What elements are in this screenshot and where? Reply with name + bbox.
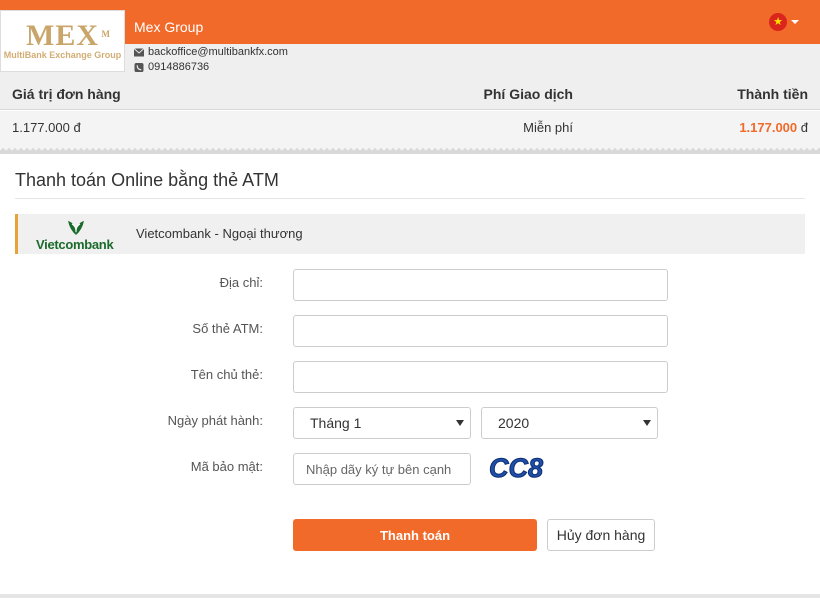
header-order-value: Giá trị đơn hàng [12, 86, 121, 102]
card-number-input[interactable] [293, 315, 668, 347]
issue-year-value: 2020 [498, 415, 530, 431]
phone-text: 0914886736 [148, 61, 210, 73]
vietcombank-logo: Vietcombank [36, 220, 118, 252]
address-input[interactable] [293, 269, 668, 301]
transaction-fee: Miễn phí [523, 120, 573, 135]
merchant-name: Mex Group [134, 19, 204, 35]
header-fee: Phí Giao dịch [483, 86, 573, 102]
bank-logo-text: Vietcombank [36, 237, 114, 252]
security-code-input[interactable] [293, 453, 471, 485]
page-title: Thanh toán Online bằng thẻ ATM [15, 170, 279, 190]
logo-mark: MEX M [26, 18, 110, 52]
cancel-order-button[interactable]: Hủy đơn hàng [547, 519, 655, 551]
total-amount-number: 1.177.000 [739, 120, 798, 135]
header-total: Thành tiền [737, 86, 808, 102]
merchant-email: backoffice@multibankfx.com [134, 46, 288, 58]
pay-button[interactable]: Thanh toán [293, 519, 537, 551]
logo-trademark: M [101, 28, 111, 39]
order-value: 1.177.000 đ [12, 120, 81, 135]
selected-bank: Vietcombank Vietcombank - Ngoại thương [15, 214, 805, 254]
vietcombank-leaf-icon [68, 221, 84, 235]
email-text: backoffice@multibankfx.com [148, 46, 288, 58]
vietnam-flag-icon[interactable]: ★ [769, 13, 787, 31]
title-divider [15, 198, 805, 199]
envelope-icon [134, 47, 144, 56]
order-summary-header: Giá trị đơn hàng Phí Giao dịch Thành tiề… [0, 78, 820, 110]
security-code-label: Mã bảo mật: [190, 459, 263, 474]
merchant-logo: MEX M MultiBank Exchange Group [0, 10, 125, 72]
card-holder-label: Tên chủ thẻ: [190, 367, 263, 382]
card-holder-input[interactable] [293, 361, 668, 393]
issue-month-select[interactable]: Tháng 1 [293, 407, 471, 439]
receipt-zigzag-edge [0, 148, 820, 154]
logo-text: MEX [26, 18, 99, 52]
captcha-text: CC8 [489, 453, 543, 483]
total-currency: đ [797, 120, 808, 135]
total-amount: 1.177.000 đ [739, 111, 808, 145]
issue-year-select[interactable]: 2020 [481, 407, 658, 439]
issue-date-label: Ngày phát hành: [167, 413, 263, 428]
language-caret-icon[interactable] [791, 20, 799, 24]
chevron-down-icon [456, 420, 464, 426]
order-summary-row: 1.177.000 đ Miễn phí 1.177.000 đ [0, 111, 820, 149]
issue-month-value: Tháng 1 [310, 415, 362, 431]
chevron-down-icon [643, 420, 651, 426]
captcha-image: CC8 [489, 453, 544, 484]
card-number-label: Số thẻ ATM: [192, 321, 263, 336]
address-label: Địa chỉ: [219, 275, 263, 290]
phone-icon [134, 62, 144, 72]
footer-divider [0, 594, 820, 598]
bank-name: Vietcombank - Ngoại thương [136, 226, 303, 241]
merchant-phone: 0914886736 [134, 61, 209, 73]
